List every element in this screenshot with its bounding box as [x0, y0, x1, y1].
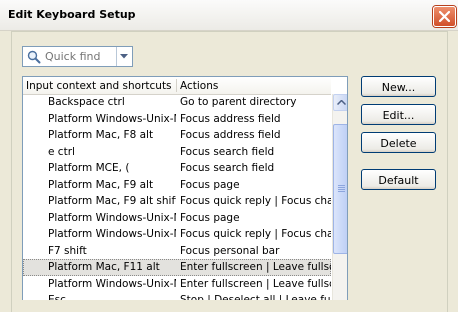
list-item[interactable]: Platform Windows-Unix-M... Focus quick re… — [23, 226, 331, 243]
column-divider[interactable] — [176, 79, 177, 92]
scroll-up-button[interactable] — [333, 94, 347, 111]
vertical-scrollbar[interactable] — [332, 94, 347, 300]
action-cell: Focus page — [180, 178, 240, 191]
list-header: Input context and shortcuts Actions — [23, 77, 331, 95]
list-item[interactable]: e ctrl Focus search field — [23, 144, 331, 161]
list-item[interactable]: Platform Mac, F11 alt Enter fullscreen | … — [23, 259, 331, 276]
action-cell: Focus personal bar — [180, 244, 280, 257]
title-bar[interactable]: Edit Keyboard Setup — [0, 0, 458, 31]
action-cell: Focus search field — [180, 145, 275, 158]
action-cell: Go to parent directory — [180, 96, 297, 108]
action-cell: Stop | Deselect all | Leave fullscr... — [180, 294, 331, 300]
shortcut-cell: Platform Windows-Unix-M... — [48, 228, 176, 240]
column-header-actions[interactable]: Actions — [180, 80, 218, 92]
window-title: Edit Keyboard Setup — [8, 8, 136, 21]
shortcut-cell: Backspace ctrl — [48, 96, 125, 108]
shortcut-cell: F7 shift — [48, 244, 87, 257]
close-button[interactable] — [433, 6, 456, 27]
shortcut-cell: e ctrl — [48, 145, 75, 158]
shortcut-list[interactable]: Input context and shortcuts Actions Back… — [22, 76, 348, 300]
quick-find-input[interactable] — [45, 49, 117, 64]
list-item[interactable]: Platform MCE, ( Focus search field — [23, 160, 331, 177]
grip-line — [338, 185, 345, 186]
shortcut-cell: Esc — [48, 294, 66, 300]
edit-keyboard-setup-dialog: Edit Keyboard Setup Input context and sh… — [0, 0, 458, 312]
column-header-shortcuts[interactable]: Input context and shortcuts — [26, 80, 172, 92]
list-item[interactable]: Platform Windows-Unix-M... Focus address … — [23, 111, 331, 128]
list-item[interactable]: Platform Mac, F8 alt Focus address field — [23, 127, 331, 144]
shortcut-cell: Platform Mac, F9 alt shift — [48, 195, 176, 207]
grip-line — [338, 191, 345, 192]
list-rows: Backspace ctrl Go to parent directory Plat… — [23, 94, 331, 300]
search-icon — [27, 50, 41, 64]
shortcut-cell: Platform Windows-Unix-M... — [48, 211, 176, 224]
action-cell: Focus quick reply | Focus chat i... — [180, 195, 331, 207]
list-item[interactable]: Esc Stop | Deselect all | Leave fullscr..… — [23, 292, 331, 300]
list-item[interactable]: F7 shift Focus personal bar — [23, 243, 331, 260]
shortcut-cell: Platform Mac, F11 alt — [48, 261, 160, 273]
action-cell: Focus search field — [180, 162, 275, 174]
list-item[interactable]: Backspace ctrl Go to parent directory — [23, 94, 331, 111]
list-item[interactable]: Platform Windows-Unix-M... Enter fullscre… — [23, 276, 331, 293]
default-button[interactable]: Default — [361, 169, 436, 190]
action-cell: Focus address field — [180, 112, 281, 125]
quick-find-field[interactable] — [22, 46, 133, 67]
shortcut-cell: Platform Windows-Unix-M... — [48, 277, 176, 290]
chevron-up-icon — [337, 100, 346, 105]
quick-find-dropdown-button[interactable] — [116, 47, 132, 66]
list-item[interactable]: Platform Windows-Unix-M... Focus page — [23, 210, 331, 227]
chevron-down-icon — [120, 54, 128, 59]
scroll-thumb[interactable] — [333, 124, 347, 254]
shortcut-cell: Platform MCE, ( — [48, 162, 130, 174]
close-icon — [439, 11, 450, 22]
shortcut-cell: Platform Mac, F9 alt — [48, 178, 154, 191]
list-item[interactable]: Platform Mac, F9 alt Focus page — [23, 177, 331, 194]
action-cell: Enter fullscreen | Leave fullscreen — [180, 261, 331, 273]
action-cell: Focus page — [180, 211, 240, 224]
list-item[interactable]: Platform Mac, F9 alt shift Focus quick re… — [23, 193, 331, 210]
edit-button[interactable]: Edit... — [361, 104, 436, 125]
new-button[interactable]: New... — [361, 76, 436, 97]
action-cell: Focus address field — [180, 129, 281, 141]
grip-line — [338, 187, 345, 188]
grip-line — [338, 189, 345, 190]
delete-button[interactable]: Delete — [361, 132, 436, 153]
action-cell: Enter fullscreen | Leave fullscreen — [180, 277, 331, 290]
shortcut-cell: Platform Windows-Unix-M... — [48, 112, 176, 125]
shortcut-cell: Platform Mac, F8 alt — [48, 129, 154, 141]
action-cell: Focus quick reply | Focus chat i... — [180, 228, 331, 240]
